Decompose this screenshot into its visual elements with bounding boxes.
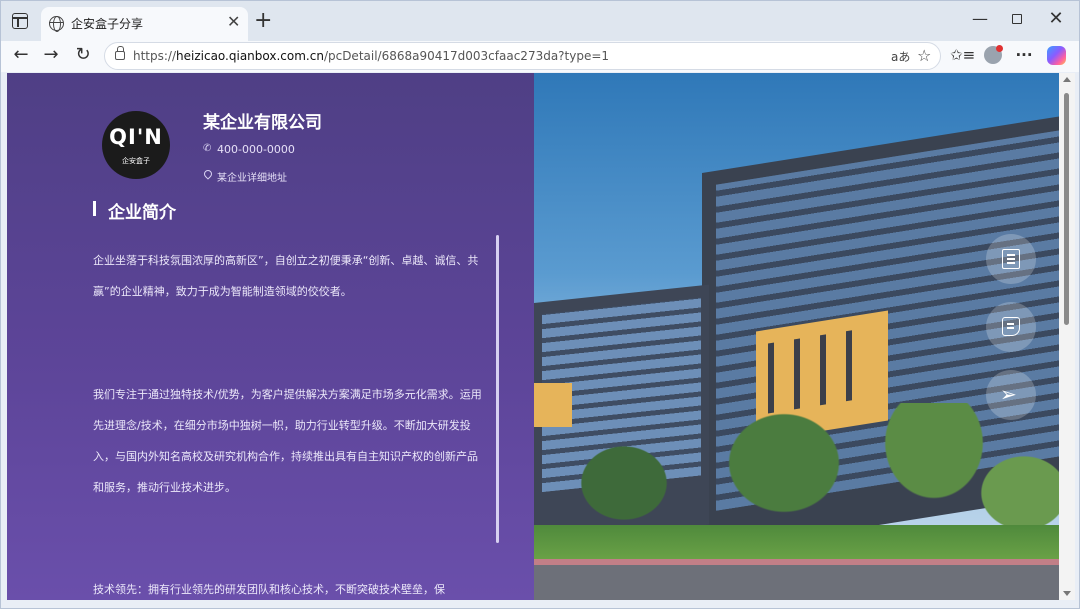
company-info-panel: QI'N 企安盒子 某企业有限公司 ✆ 400-000-0000 某企业详细地址… <box>7 73 534 600</box>
more-menu-button[interactable]: ··· <box>1012 43 1036 67</box>
intro-paragraph: 技术领先：拥有行业领先的研发团队和核心技术，不断突破技术壁垒，保 <box>93 583 445 596</box>
tab-bar: 企安盒子分享 ✕ + — ✕ <box>1 1 1079 41</box>
back-button[interactable]: ← <box>9 43 33 67</box>
copilot-icon <box>1046 46 1066 65</box>
share-button[interactable]: ➢ <box>986 370 1036 420</box>
forward-button[interactable]: → <box>39 43 63 67</box>
favorite-star-icon[interactable]: ☆ <box>917 46 931 65</box>
url-host: heizicao.qianbox.com.cn <box>176 49 324 63</box>
send-icon: ➢ <box>1000 382 1017 406</box>
minimize-button[interactable]: — <box>968 7 992 31</box>
favorites-icon[interactable]: ✩≡ <box>950 43 975 67</box>
browser-toolbar: ← → ↻ https://heizicao.qianbox.com.cn/pc… <box>1 41 1079 72</box>
read-aloud-icon[interactable]: aあ <box>891 48 910 65</box>
document-icon <box>1002 249 1020 269</box>
reload-button[interactable]: ↻ <box>71 43 95 67</box>
new-tab-button[interactable]: + <box>254 9 272 33</box>
maximize-button[interactable] <box>1005 7 1029 31</box>
url-path: /pcDetail/6868a90417d003cfaac273da?type=… <box>323 49 610 63</box>
company-address: 某企业详细地址 <box>217 173 287 184</box>
tab-active[interactable]: 企安盒子分享 ✕ <box>41 7 248 41</box>
copilot-button[interactable] <box>1044 43 1068 67</box>
tab-close-icon[interactable]: ✕ <box>227 13 240 31</box>
logo-wordmark: QI'N <box>109 125 163 149</box>
tab-title: 企安盒子分享 <box>71 17 144 31</box>
intro-title: 企业简介 <box>108 203 176 223</box>
lock-icon[interactable] <box>115 46 125 60</box>
brochure-button[interactable] <box>986 234 1036 284</box>
globe-icon <box>49 16 64 32</box>
browser-window: 企安盒子分享 ✕ + — ✕ ← → ↻ https://heizicao.qi… <box>0 0 1080 609</box>
url-text[interactable]: https://heizicao.qianbox.com.cn/pcDetail… <box>133 49 609 63</box>
tab-actions-icon[interactable] <box>12 13 28 29</box>
section-accent-bar <box>93 201 96 216</box>
company-logo: QI'N 企安盒子 <box>102 111 170 179</box>
maximize-icon <box>1012 14 1022 24</box>
intro-scrollbar[interactable] <box>496 235 499 543</box>
close-window-button[interactable]: ✕ <box>1044 7 1068 31</box>
page-viewport: QI'N 企安盒子 某企业有限公司 ✆ 400-000-0000 某企业详细地址… <box>7 73 1059 600</box>
scroll-up-arrow-icon[interactable] <box>1063 77 1071 82</box>
notification-dot <box>996 45 1003 52</box>
url-prefix: https:// <box>133 49 177 63</box>
company-phone[interactable]: 400-000-0000 <box>217 143 295 156</box>
logo-subtitle: 企安盒子 <box>122 157 150 165</box>
scroll-thumb[interactable] <box>1064 93 1069 325</box>
phone-icon: ✆ <box>203 143 212 154</box>
scroll-down-arrow-icon[interactable] <box>1063 591 1071 596</box>
page-scrollbar[interactable] <box>1059 73 1075 600</box>
address-bar[interactable]: https://heizicao.qianbox.com.cn/pcDetail… <box>104 42 941 70</box>
intro-paragraph: 我们专注于通过独特技术/优势，为客户提供解决方案满足市场多元化需求。运用先进理念… <box>93 388 482 494</box>
company-name: 某企业有限公司 <box>203 113 322 133</box>
company-building-photo <box>534 73 1059 600</box>
notes-button[interactable] <box>986 302 1036 352</box>
road <box>534 559 1059 600</box>
location-pin-icon <box>202 168 214 180</box>
intro-paragraph: 企业坐落于科技氛围浓厚的高新区”，自创立之初便秉承“创新、卓越、诚信、共赢”的企… <box>93 254 479 298</box>
note-icon <box>1002 317 1020 336</box>
